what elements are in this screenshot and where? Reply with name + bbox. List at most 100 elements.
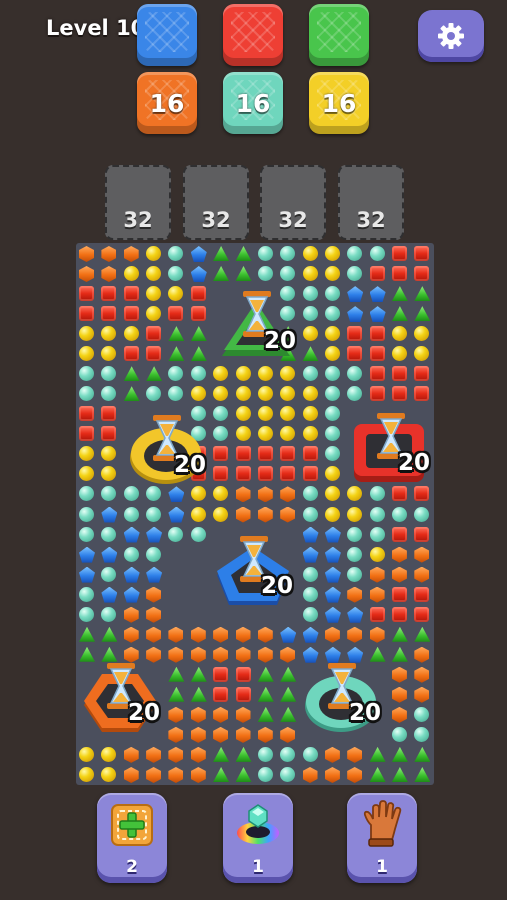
yellow-gem[interactable] xyxy=(280,366,296,382)
teal-gem[interactable] xyxy=(414,726,430,742)
teal-gem[interactable] xyxy=(79,526,94,542)
red-gem[interactable] xyxy=(414,526,430,542)
orange-gem[interactable] xyxy=(213,626,229,643)
green-gem[interactable] xyxy=(235,767,252,782)
teal-gem[interactable] xyxy=(101,566,117,582)
blue-gem[interactable] xyxy=(79,546,95,563)
yellow-gem[interactable] xyxy=(302,266,318,281)
yellow-gem[interactable] xyxy=(101,746,117,762)
orange-gem[interactable] xyxy=(146,646,162,663)
orange-gem[interactable] xyxy=(257,486,273,503)
orange-gem[interactable] xyxy=(257,646,273,663)
red-gem[interactable] xyxy=(414,246,430,261)
red-gem[interactable] xyxy=(414,486,430,502)
yellow-gem[interactable] xyxy=(213,486,229,502)
yellow-gem[interactable] xyxy=(190,506,206,522)
yellow-gem[interactable] xyxy=(235,386,251,402)
orange-gem[interactable] xyxy=(235,706,251,723)
orange-gem[interactable] xyxy=(190,646,206,663)
orange-gem[interactable] xyxy=(414,546,430,563)
orange-gem[interactable] xyxy=(213,646,229,663)
teal-gem[interactable] xyxy=(123,506,139,522)
yellow-gem[interactable] xyxy=(302,326,318,342)
teal-gem[interactable] xyxy=(347,386,363,402)
green-gem[interactable] xyxy=(213,266,230,281)
orange-gem[interactable] xyxy=(257,626,273,643)
red-gem[interactable] xyxy=(347,346,363,362)
teal-gem[interactable] xyxy=(168,386,184,402)
yellow-gem[interactable] xyxy=(414,346,430,362)
yellow-gem[interactable] xyxy=(302,246,318,261)
orange-gem[interactable] xyxy=(414,646,430,663)
green-gem[interactable] xyxy=(168,346,185,362)
teal-gem[interactable] xyxy=(414,506,430,522)
orange-gem[interactable] xyxy=(235,626,251,643)
orange-gem[interactable] xyxy=(347,586,363,603)
red-gem[interactable] xyxy=(391,366,407,382)
blue-gem[interactable] xyxy=(101,586,118,603)
red-gem[interactable] xyxy=(369,606,385,622)
green-gem[interactable] xyxy=(146,366,163,382)
red-gem[interactable] xyxy=(414,366,430,382)
orange-gem[interactable] xyxy=(168,646,184,663)
teal-gem[interactable] xyxy=(414,706,430,722)
orange-gem[interactable] xyxy=(123,606,139,623)
green-gem[interactable] xyxy=(369,767,386,782)
green-gem[interactable] xyxy=(391,746,408,762)
orange-gem[interactable] xyxy=(101,266,117,282)
yellow-gem[interactable] xyxy=(101,767,117,782)
orange-gem[interactable] xyxy=(324,746,340,763)
red-gem[interactable] xyxy=(280,446,296,462)
orange-gem[interactable] xyxy=(235,486,251,503)
red-gem[interactable] xyxy=(79,426,94,442)
teal-gem[interactable] xyxy=(347,566,363,582)
orange-gem[interactable] xyxy=(369,586,385,603)
blue-gem[interactable] xyxy=(190,246,207,262)
orange-gem[interactable] xyxy=(146,746,162,763)
orange-gem[interactable] xyxy=(123,246,139,262)
red-gem[interactable] xyxy=(414,266,430,281)
teal-gem[interactable] xyxy=(79,506,94,522)
orange-gem[interactable] xyxy=(146,767,162,783)
green-gem[interactable] xyxy=(101,646,118,662)
green-gem[interactable] xyxy=(302,346,319,362)
teal-gem[interactable] xyxy=(101,366,117,382)
yellow-gem[interactable] xyxy=(101,466,117,482)
teal-gem[interactable] xyxy=(146,506,162,522)
yellow-gem[interactable] xyxy=(101,446,117,462)
yellow-gem[interactable] xyxy=(302,426,318,442)
teal-gem[interactable] xyxy=(168,266,184,281)
yellow-gem[interactable] xyxy=(391,346,407,362)
teal-gem[interactable] xyxy=(324,446,340,462)
teal-gem[interactable] xyxy=(257,246,273,261)
yellow-gem[interactable] xyxy=(280,406,296,422)
orange-gem[interactable] xyxy=(347,626,363,643)
teal-gem[interactable] xyxy=(369,526,385,542)
teal-gem[interactable] xyxy=(369,486,385,502)
green-gem[interactable] xyxy=(123,366,140,382)
green-gem[interactable] xyxy=(190,686,207,702)
teal-gem[interactable] xyxy=(257,746,273,762)
teal-gem[interactable] xyxy=(347,526,363,542)
blue-gem[interactable] xyxy=(369,286,386,303)
yellow-gem[interactable] xyxy=(79,746,94,762)
add-slot-booster-button[interactable]: 2 xyxy=(97,793,167,883)
teal-gem[interactable] xyxy=(79,586,94,602)
red-gem[interactable] xyxy=(369,266,385,281)
orange-gem[interactable] xyxy=(235,726,251,743)
yellow-gem[interactable] xyxy=(414,326,430,342)
yellow-gem[interactable] xyxy=(79,767,94,782)
teal-gem[interactable] xyxy=(79,366,94,382)
red-gem[interactable] xyxy=(235,466,251,482)
green-gem[interactable] xyxy=(190,666,207,682)
teal-gem[interactable] xyxy=(369,246,385,261)
settings-button[interactable] xyxy=(418,10,484,62)
red-gem[interactable] xyxy=(213,666,229,682)
red-gem[interactable] xyxy=(235,666,251,682)
teal-gem[interactable] xyxy=(101,386,117,402)
teal-gem[interactable] xyxy=(302,566,318,582)
yellow-gem[interactable] xyxy=(235,406,251,422)
teal-gem[interactable] xyxy=(280,246,296,261)
green-gem[interactable] xyxy=(414,286,431,302)
red-gem[interactable] xyxy=(79,306,94,322)
